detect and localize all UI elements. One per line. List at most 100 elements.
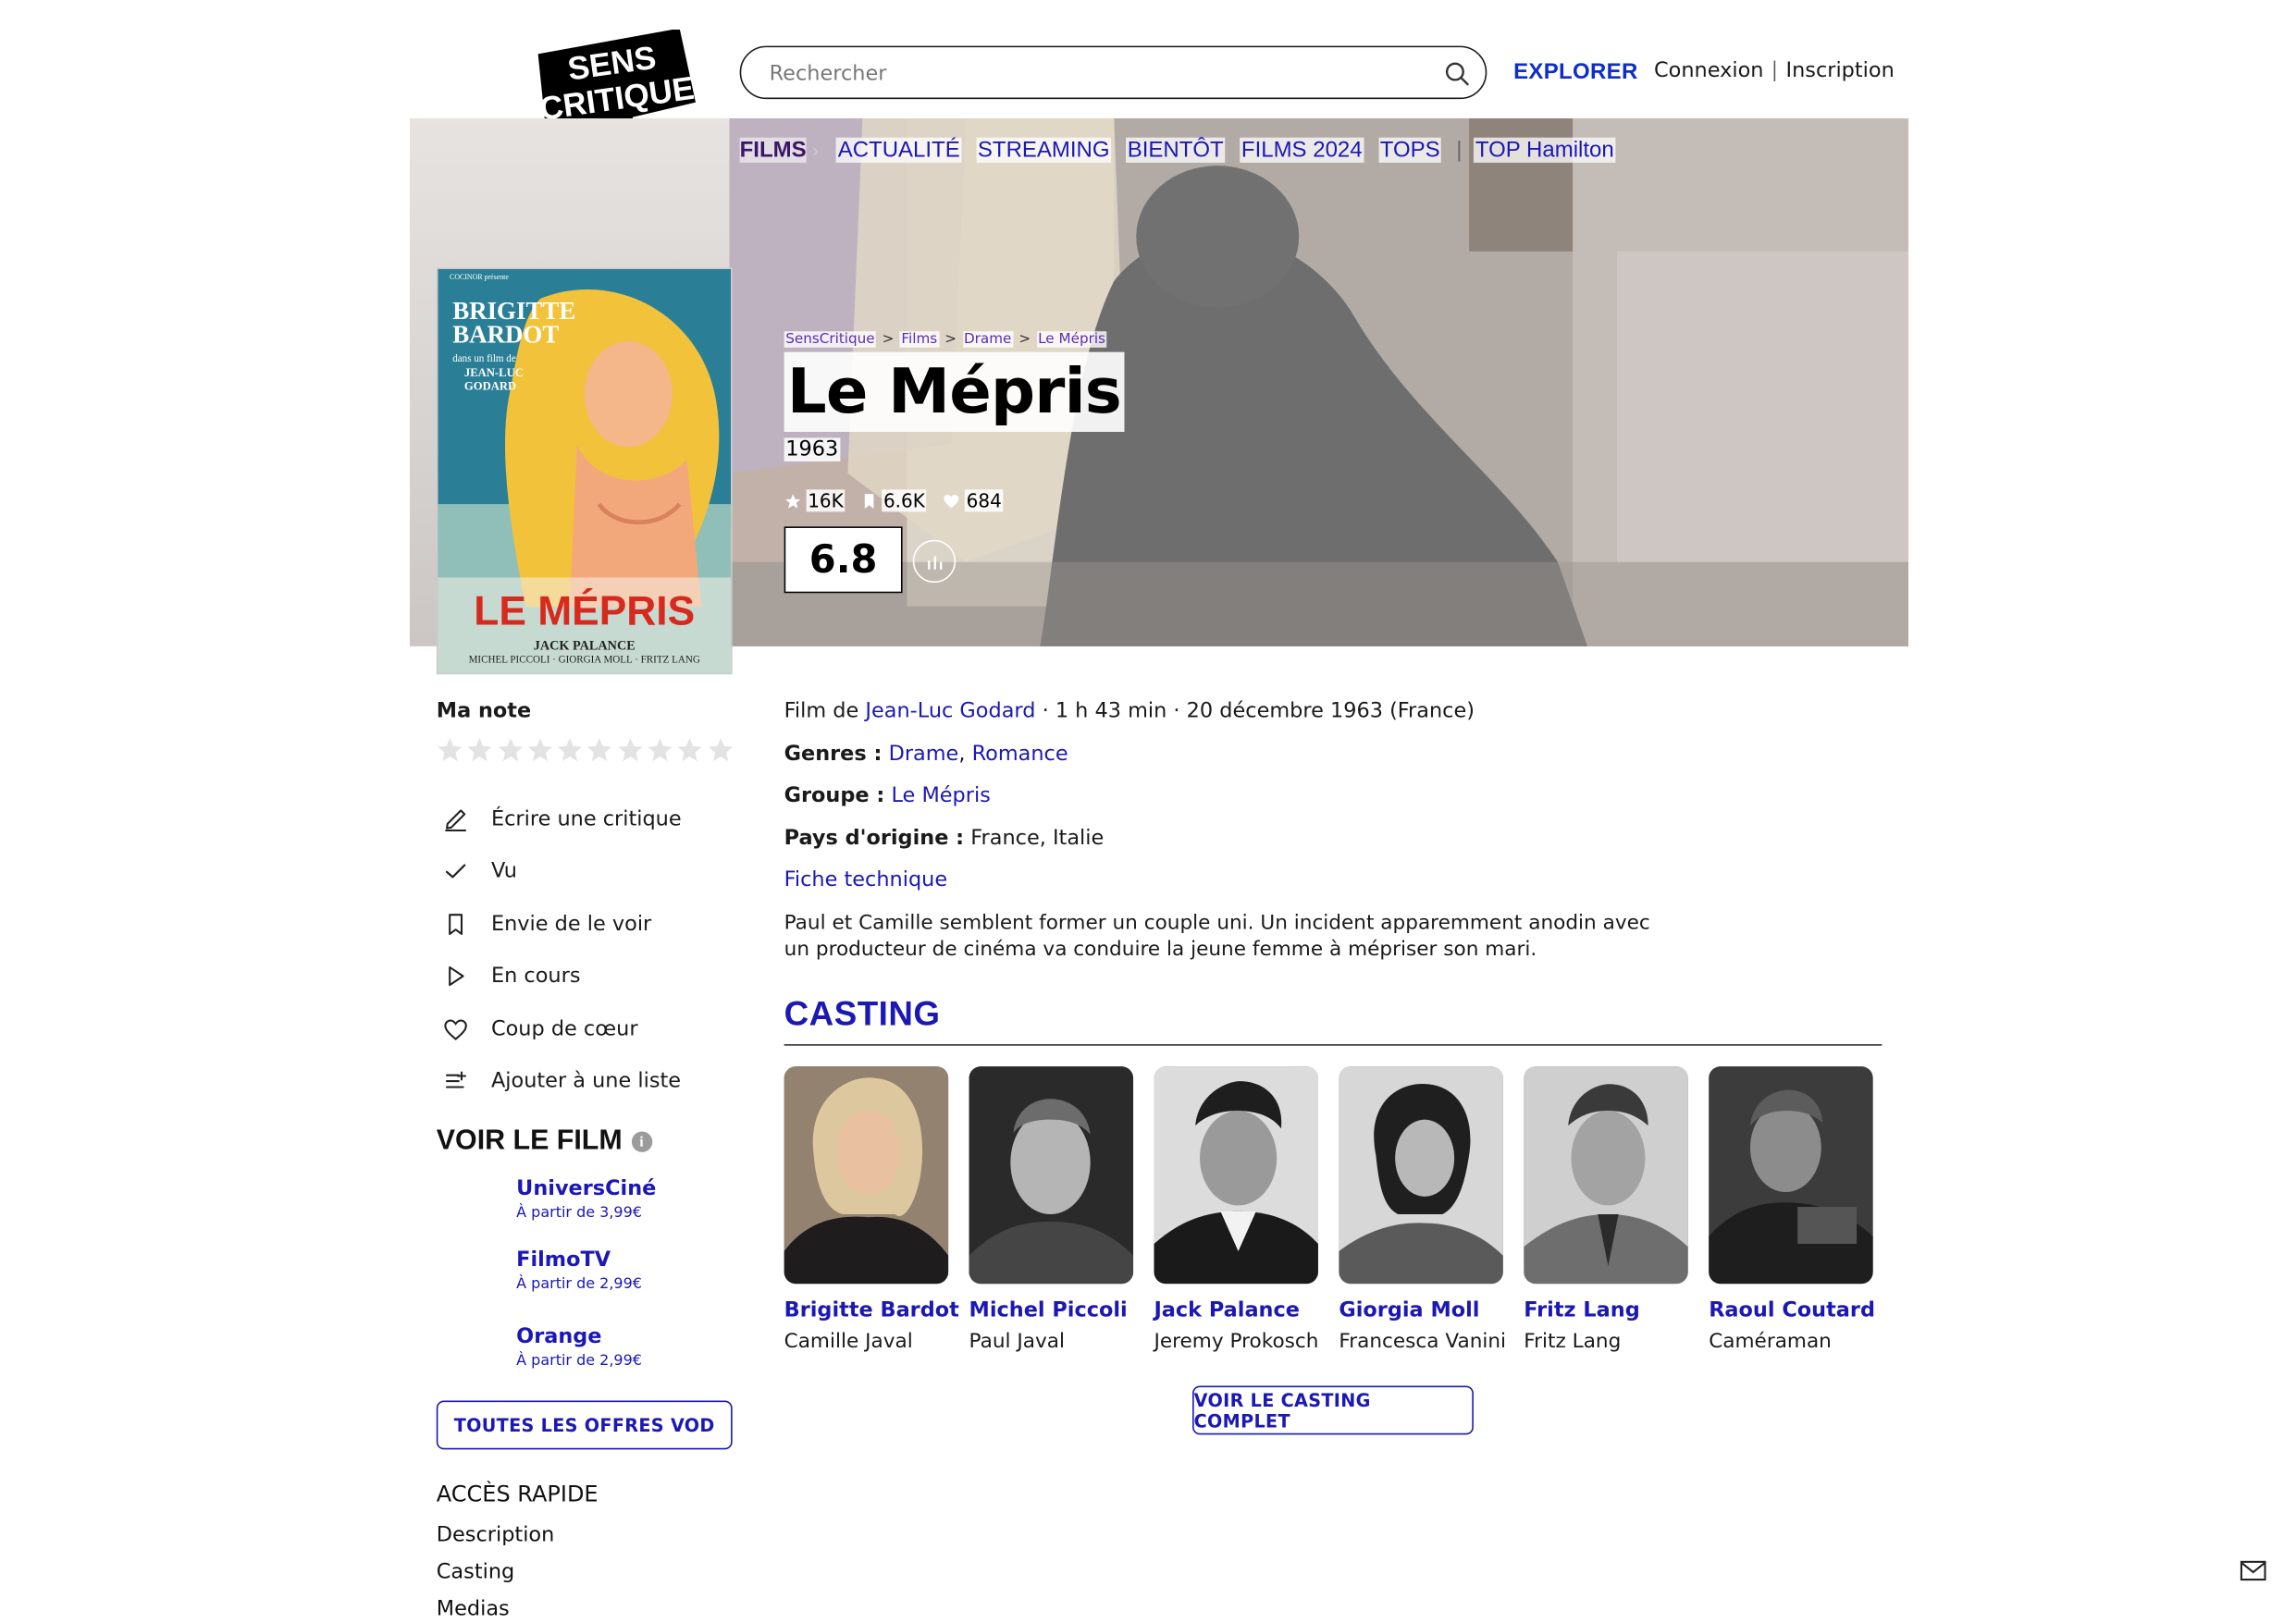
vod-offer[interactable]: Orange À partir de 2,99€: [516, 1325, 642, 1370]
all-vod-offers-button[interactable]: TOUTES LES OFFRES VOD: [436, 1400, 733, 1450]
my-rating-stars[interactable]: [435, 735, 735, 765]
group-label: Groupe :: [784, 783, 885, 808]
cast-card[interactable]: Brigitte Bardot Camille Javal: [784, 1066, 959, 1353]
cast-photo[interactable]: [1524, 1066, 1688, 1285]
star-icon: [785, 493, 801, 508]
cast-photo[interactable]: [969, 1066, 1134, 1285]
auth-divider: [1773, 60, 1776, 81]
rating-star-icon[interactable]: [615, 735, 645, 765]
write-review-action[interactable]: Écrire une critique: [442, 793, 682, 845]
vod-provider-name[interactable]: UniversCiné: [516, 1177, 656, 1201]
vod-offer[interactable]: UniversCiné À partir de 3,99€: [516, 1177, 656, 1222]
cast-card[interactable]: Raoul Coutard Caméraman: [1709, 1066, 1883, 1353]
seen-action[interactable]: Vu: [442, 845, 681, 898]
quick-access-title: ACCÈS RAPIDE: [436, 1480, 599, 1507]
rating-star-icon[interactable]: [555, 735, 585, 765]
actor-name[interactable]: Michel Piccoli: [969, 1298, 1144, 1322]
mail-icon[interactable]: [2240, 1560, 2266, 1581]
auth-links: Connexion Inscription: [1654, 59, 1895, 83]
cast-photo[interactable]: [1709, 1066, 1873, 1285]
bar-chart-icon: [927, 555, 942, 569]
watch-title-text: VOIR LE FILM: [436, 1125, 623, 1157]
tech-sheet-link[interactable]: Fiche technique: [784, 868, 948, 892]
vod-price: À partir de 2,99€: [516, 1276, 642, 1293]
cast-card[interactable]: Jack Palance Jeremy Prokosch: [1154, 1066, 1328, 1353]
bookmark-icon: [449, 913, 463, 935]
rating-star-icon[interactable]: [675, 735, 705, 765]
action-label: Ajouter à une liste: [490, 1069, 682, 1094]
explore-link[interactable]: EXPLORER: [1513, 59, 1638, 84]
play-icon: [449, 966, 464, 987]
cast-card[interactable]: Giorgia Moll Francesca Vanini: [1339, 1066, 1513, 1353]
film-poster[interactable]: BRIGITTE BARDOT dans un film de JEAN-LUC…: [436, 267, 733, 675]
breadcrumb-senscritique[interactable]: SensCritique: [784, 331, 877, 348]
vod-provider-name[interactable]: Orange: [516, 1325, 642, 1349]
svg-text:COCINOR présente: COCINOR présente: [450, 273, 509, 281]
full-cast-button[interactable]: VOIR LE CASTING COMPLET: [1192, 1385, 1474, 1435]
wishlist-count: 6.6K: [882, 489, 927, 512]
rating-star-icon[interactable]: [585, 735, 614, 765]
breadcrumb: SensCritique > Films > Drame > Le Mépris: [784, 331, 1107, 348]
director-link[interactable]: Jean-Luc Godard: [865, 699, 1035, 723]
cast-card[interactable]: Michel Piccoli Paul Javal: [969, 1066, 1144, 1353]
quick-link-casting[interactable]: Casting: [437, 1560, 555, 1597]
nav-films[interactable]: FILMS: [739, 137, 807, 163]
search-input[interactable]: [769, 55, 1421, 92]
svg-text:GODARD: GODARD: [464, 379, 516, 392]
cast-card[interactable]: Fritz Lang Fritz Lang: [1524, 1066, 1698, 1353]
rating-distribution-button[interactable]: [912, 539, 957, 584]
quick-link-medias[interactable]: Medias: [437, 1597, 555, 1623]
want-to-see-action[interactable]: Envie de le voir: [442, 898, 681, 951]
quick-link-description[interactable]: Description: [437, 1523, 555, 1560]
nav-tops[interactable]: TOPS: [1378, 137, 1442, 163]
actor-name[interactable]: Giorgia Moll: [1339, 1298, 1513, 1322]
cast-photo[interactable]: [1339, 1066, 1503, 1285]
genre-link-romance[interactable]: Romance: [972, 743, 1068, 767]
synopsis: Paul et Camille semblent former un coupl…: [784, 911, 1650, 962]
in-progress-action[interactable]: En cours: [442, 951, 681, 1003]
svg-text:LE MÉPRIS: LE MÉPRIS: [474, 587, 695, 633]
nav-films-2024[interactable]: FILMS 2024: [1240, 137, 1364, 163]
actor-name[interactable]: Brigitte Bardot: [784, 1298, 959, 1322]
rating-star-icon[interactable]: [435, 735, 464, 765]
actor-name[interactable]: Fritz Lang: [1524, 1298, 1698, 1322]
nav-bientot[interactable]: BIENTÔT: [1126, 137, 1226, 163]
group-link[interactable]: Le Mépris: [891, 784, 990, 808]
breadcrumb-separator: >: [882, 331, 895, 348]
ratings-count: 16K: [806, 489, 846, 512]
breadcrumb-drame[interactable]: Drame: [962, 331, 1013, 348]
rating-star-icon[interactable]: [645, 735, 674, 765]
breadcrumb-current[interactable]: Le Mépris: [1036, 331, 1107, 348]
genre-link-drame[interactable]: Drame: [889, 743, 959, 767]
actor-name[interactable]: Jack Palance: [1154, 1298, 1328, 1322]
rating-star-icon[interactable]: [495, 735, 525, 765]
vod-price: À partir de 2,99€: [516, 1353, 642, 1370]
login-link[interactable]: Connexion: [1654, 59, 1763, 83]
film-stats: 16K 6.6K 684: [784, 489, 1019, 512]
nav-actualite[interactable]: ACTUALITÉ: [836, 137, 962, 163]
favorite-action[interactable]: Coup de cœur: [442, 1002, 681, 1055]
info-icon[interactable]: i: [631, 1131, 652, 1152]
rating-star-icon[interactable]: [525, 735, 555, 765]
category-nav: FILMS › ACTUALITÉ STREAMING BIENTÔT FILM…: [739, 137, 1631, 163]
vod-offer[interactable]: FilmoTV À partir de 2,99€: [516, 1248, 642, 1293]
action-label: Envie de le voir: [490, 912, 652, 936]
cast-photo[interactable]: [784, 1066, 949, 1285]
actor-name[interactable]: Raoul Coutard: [1709, 1298, 1883, 1322]
add-to-list-action[interactable]: Ajouter à une liste: [442, 1055, 681, 1108]
rating-star-icon[interactable]: [465, 735, 495, 765]
signup-link[interactable]: Inscription: [1785, 59, 1894, 83]
vod-provider-name[interactable]: FilmoTV: [516, 1248, 642, 1273]
role-name: Fritz Lang: [1524, 1329, 1622, 1354]
search-icon[interactable]: [1444, 61, 1471, 88]
country-label: Pays d'origine :: [784, 827, 965, 851]
rating-star-icon[interactable]: [705, 735, 734, 765]
svg-text:BARDOT: BARDOT: [452, 320, 559, 348]
cast-photo[interactable]: [1154, 1066, 1318, 1285]
breadcrumb-films[interactable]: Films: [899, 331, 939, 348]
casting-divider: [784, 1044, 1882, 1046]
nav-streaming[interactable]: STREAMING: [976, 137, 1112, 163]
role-name: Paul Javal: [969, 1329, 1065, 1354]
search-bar[interactable]: [739, 45, 1487, 100]
nav-top-hamilton[interactable]: TOP Hamilton: [1474, 137, 1616, 163]
